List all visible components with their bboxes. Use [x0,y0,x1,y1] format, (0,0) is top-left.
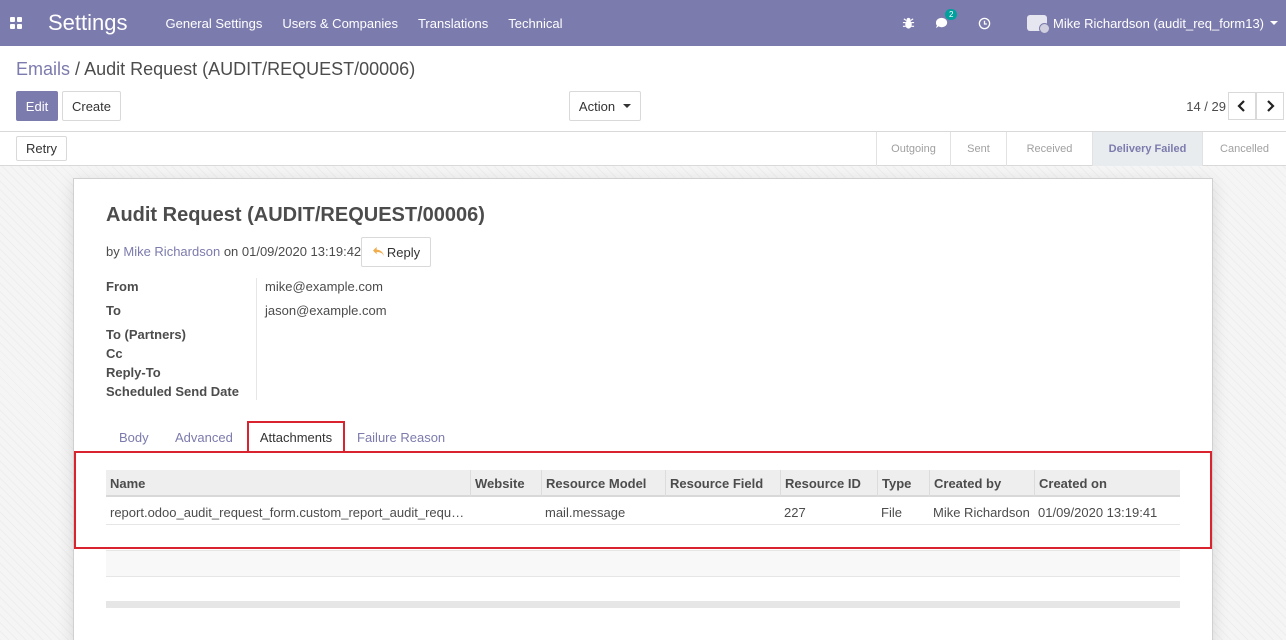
user-menu[interactable]: Mike Richardson (audit_req_form13) [1027,15,1278,34]
field-label-to-partners: To (Partners) [106,327,186,342]
field-separator [256,278,257,400]
apps-menu-icon[interactable] [10,17,22,29]
stage-delivery-failed[interactable]: Delivery Failed [1092,132,1202,166]
breadcrumb-separator: / [75,59,81,79]
status-bar: Retry Outgoing Sent Received Delivery Fa… [0,131,1286,166]
action-caret-icon [623,104,632,108]
record-title: Audit Request (AUDIT/REQUEST/00006) [106,204,485,226]
field-value-from: mike@example.com [265,279,383,294]
stage-sent[interactable]: Sent [950,132,1006,166]
field-label-reply-to: Reply-To [106,365,161,380]
tab-advanced[interactable]: Advanced [175,430,233,445]
action-label: Action [578,98,616,114]
user-avatar-icon [1027,15,1051,34]
breadcrumb-emails-link[interactable]: Emails [16,59,70,79]
pager-next-button[interactable] [1256,92,1284,120]
tab-body[interactable]: Body [119,430,149,445]
reply-button[interactable]: Reply [361,237,431,267]
by-prefix: by [106,244,120,259]
author-line: by Mike Richardson on 01/09/2020 13:19:4… [106,244,361,259]
debug-bug-icon[interactable] [902,17,915,30]
user-caret-icon [1270,21,1278,25]
menu-translations[interactable]: Translations [418,16,488,31]
chat-messages-icon[interactable]: 2 [935,8,958,30]
field-label-from: From [106,279,139,294]
field-value-to: jason@example.com [265,303,387,318]
menu-users-companies[interactable]: Users & Companies [282,16,398,31]
action-dropdown[interactable]: Action [569,91,641,121]
pager-previous-button[interactable] [1228,92,1256,120]
activity-clock-icon[interactable] [978,17,991,30]
chevron-right-icon [1267,100,1275,112]
chat-badge: 2 [945,8,958,20]
empty-row [106,577,1180,602]
menu-general-settings[interactable]: General Settings [166,16,263,31]
breadcrumb: Emails / Audit Request (AUDIT/REQUEST/00… [16,59,415,80]
highlight-annotation [74,451,1212,549]
table-footer [106,602,1180,608]
field-label-cc: Cc [106,346,123,361]
pager-value[interactable]: 14 / 29 [1186,99,1226,114]
menu-technical[interactable]: Technical [508,16,562,31]
tab-failure-reason[interactable]: Failure Reason [357,430,445,445]
field-label-to: To [106,303,121,318]
edit-button[interactable]: Edit [16,91,58,121]
tab-attachments[interactable]: Attachments [247,421,345,452]
stage-outgoing[interactable]: Outgoing [876,132,950,166]
chevron-left-icon [1237,100,1245,112]
stage-cancelled[interactable]: Cancelled [1202,132,1286,166]
field-label-scheduled-send-date: Scheduled Send Date [106,384,239,399]
reply-label: Reply [386,244,421,260]
reply-arrow-icon [372,245,385,260]
top-navbar: Settings General Settings Users & Compan… [0,0,1286,46]
retry-button[interactable]: Retry [16,136,67,161]
breadcrumb-current: Audit Request (AUDIT/REQUEST/00006) [84,59,416,79]
create-button[interactable]: Create [62,91,121,121]
sent-date: on 01/09/2020 13:19:42 [223,244,362,259]
user-name: Mike Richardson (audit_req_form13) [1053,15,1264,31]
author-link[interactable]: Mike Richardson [123,244,220,259]
app-title[interactable]: Settings [48,10,128,36]
stage-received[interactable]: Received [1006,132,1092,166]
empty-row [106,551,1180,577]
